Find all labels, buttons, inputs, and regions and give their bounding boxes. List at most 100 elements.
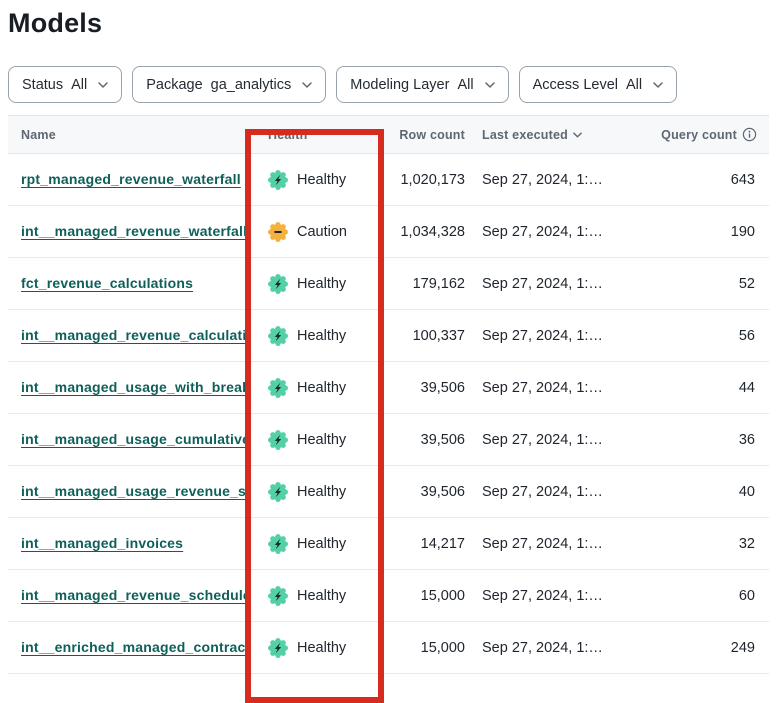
last-executed-cell: Sep 27, 2024, 1:… <box>467 588 620 604</box>
chevron-down-icon <box>573 132 582 138</box>
filter-value: All <box>457 77 473 93</box>
query-count-cell: 32 <box>620 536 769 552</box>
bolt-badge-icon <box>268 430 288 450</box>
row-count-cell: 1,034,328 <box>382 224 467 240</box>
query-count-cell: 643 <box>620 172 769 188</box>
health-cell: Healthy <box>247 326 382 346</box>
column-header-row-count: Row count <box>382 128 467 142</box>
table-row: int__managed_usage_cumulative_… Healthy <box>8 414 769 466</box>
row-count-cell: 14,217 <box>382 536 467 552</box>
row-count-cell: 1,020,173 <box>382 172 467 188</box>
health-cell: Caution <box>247 222 382 242</box>
health-status-label: Healthy <box>297 588 346 604</box>
bolt-badge-icon <box>268 170 288 190</box>
last-executed-cell: Sep 27, 2024, 1:… <box>467 640 620 656</box>
column-header-health: Health <box>247 128 382 142</box>
filter-value: All <box>71 77 87 93</box>
row-count-cell: 15,000 <box>382 640 467 656</box>
model-name-link[interactable]: int__managed_revenue_schedule_… <box>21 587 247 603</box>
health-cell: Healthy <box>247 274 382 294</box>
row-count-cell: 39,506 <box>382 380 467 396</box>
bolt-badge-icon <box>268 482 288 502</box>
health-cell: Healthy <box>247 170 382 190</box>
last-executed-cell: Sep 27, 2024, 1:… <box>467 536 620 552</box>
column-header-last-executed[interactable]: Last executed <box>467 128 620 142</box>
health-status-label: Healthy <box>297 328 346 344</box>
name-cell: int__managed_revenue_calculations <box>8 327 247 344</box>
dash-badge-icon <box>268 222 288 242</box>
bolt-badge-icon <box>268 274 288 294</box>
bolt-badge-icon <box>268 586 288 606</box>
health-status-label: Healthy <box>297 380 346 396</box>
model-name-link[interactable]: int__managed_invoices <box>21 535 183 551</box>
health-status-label: Caution <box>297 224 347 240</box>
chevron-down-icon <box>653 82 663 88</box>
name-cell: int__managed_revenue_waterfall <box>8 223 247 240</box>
model-name-link[interactable]: fct_revenue_calculations <box>21 275 193 291</box>
health-cell: Healthy <box>247 430 382 450</box>
health-cell: Healthy <box>247 534 382 554</box>
health-cell: Healthy <box>247 586 382 606</box>
bolt-badge-icon <box>268 534 288 554</box>
health-status-label: Healthy <box>297 172 346 188</box>
row-count-cell: 39,506 <box>382 432 467 448</box>
model-name-link[interactable]: int__managed_usage_with_breaka… <box>21 379 247 395</box>
row-count-cell: 100,337 <box>382 328 467 344</box>
last-executed-cell: Sep 27, 2024, 1:… <box>467 276 620 292</box>
chevron-down-icon <box>98 82 108 88</box>
info-circle-icon[interactable] <box>742 127 757 142</box>
filter-value: All <box>626 77 642 93</box>
filter-access-level[interactable]: Access Level All <box>519 66 678 103</box>
filter-bar: Status All Package ga_analytics Modeling… <box>8 66 777 103</box>
bolt-badge-icon <box>268 326 288 346</box>
table-row: int__managed_revenue_waterfall Caution <box>8 206 769 258</box>
model-name-link[interactable]: int__managed_revenue_waterfall <box>21 223 247 239</box>
models-table: Name Health Row count Last executed Quer… <box>8 115 769 674</box>
last-executed-cell: Sep 27, 2024, 1:… <box>467 380 620 396</box>
model-name-link[interactable]: int__managed_revenue_calculations <box>21 327 247 343</box>
filter-label: Package <box>146 77 202 93</box>
table-row: int__managed_revenue_calculations Health… <box>8 310 769 362</box>
filter-status[interactable]: Status All <box>8 66 122 103</box>
table-row: int__enriched_managed_contracts Healthy <box>8 622 769 674</box>
query-count-cell: 52 <box>620 276 769 292</box>
query-count-cell: 36 <box>620 432 769 448</box>
models-page: Models Status All Package ga_analytics M… <box>0 8 777 703</box>
last-executed-cell: Sep 27, 2024, 1:… <box>467 484 620 500</box>
chevron-down-icon <box>302 82 312 88</box>
page-title: Models <box>8 8 777 39</box>
table-header-row: Name Health Row count Last executed Quer… <box>8 116 769 154</box>
health-status-label: Healthy <box>297 276 346 292</box>
health-cell: Healthy <box>247 378 382 398</box>
filter-modeling-layer[interactable]: Modeling Layer All <box>336 66 508 103</box>
chevron-down-icon <box>485 82 495 88</box>
table-row: int__managed_invoices Healthy 14,2 <box>8 518 769 570</box>
filter-label: Status <box>22 77 63 93</box>
name-cell: int__managed_invoices <box>8 535 247 552</box>
model-name-link[interactable]: rpt_managed_revenue_waterfall <box>21 171 241 187</box>
last-executed-cell: Sep 27, 2024, 1:… <box>467 172 620 188</box>
query-count-cell: 56 <box>620 328 769 344</box>
model-name-link[interactable]: int__enriched_managed_contracts <box>21 639 247 655</box>
row-count-cell: 179,162 <box>382 276 467 292</box>
table-row: fct_revenue_calculations Healthy 1 <box>8 258 769 310</box>
health-status-label: Healthy <box>297 432 346 448</box>
table-row: int__managed_revenue_schedule_… Healthy <box>8 570 769 622</box>
filter-package[interactable]: Package ga_analytics <box>132 66 326 103</box>
health-status-label: Healthy <box>297 484 346 500</box>
row-count-cell: 39,506 <box>382 484 467 500</box>
query-count-cell: 40 <box>620 484 769 500</box>
table-body: rpt_managed_revenue_waterfall Healthy <box>8 154 769 674</box>
health-status-label: Healthy <box>297 536 346 552</box>
name-cell: fct_revenue_calculations <box>8 275 247 292</box>
model-name-link[interactable]: int__managed_usage_cumulative_… <box>21 431 247 447</box>
filter-label: Access Level <box>533 77 618 93</box>
name-cell: int__managed_revenue_schedule_… <box>8 587 247 604</box>
health-cell: Healthy <box>247 482 382 502</box>
table-row: rpt_managed_revenue_waterfall Healthy <box>8 154 769 206</box>
row-count-cell: 15,000 <box>382 588 467 604</box>
column-header-label: Query count <box>661 128 737 142</box>
last-executed-cell: Sep 27, 2024, 1:… <box>467 328 620 344</box>
model-name-link[interactable]: int__managed_usage_revenue_sc… <box>21 483 247 499</box>
last-executed-cell: Sep 27, 2024, 1:… <box>467 224 620 240</box>
